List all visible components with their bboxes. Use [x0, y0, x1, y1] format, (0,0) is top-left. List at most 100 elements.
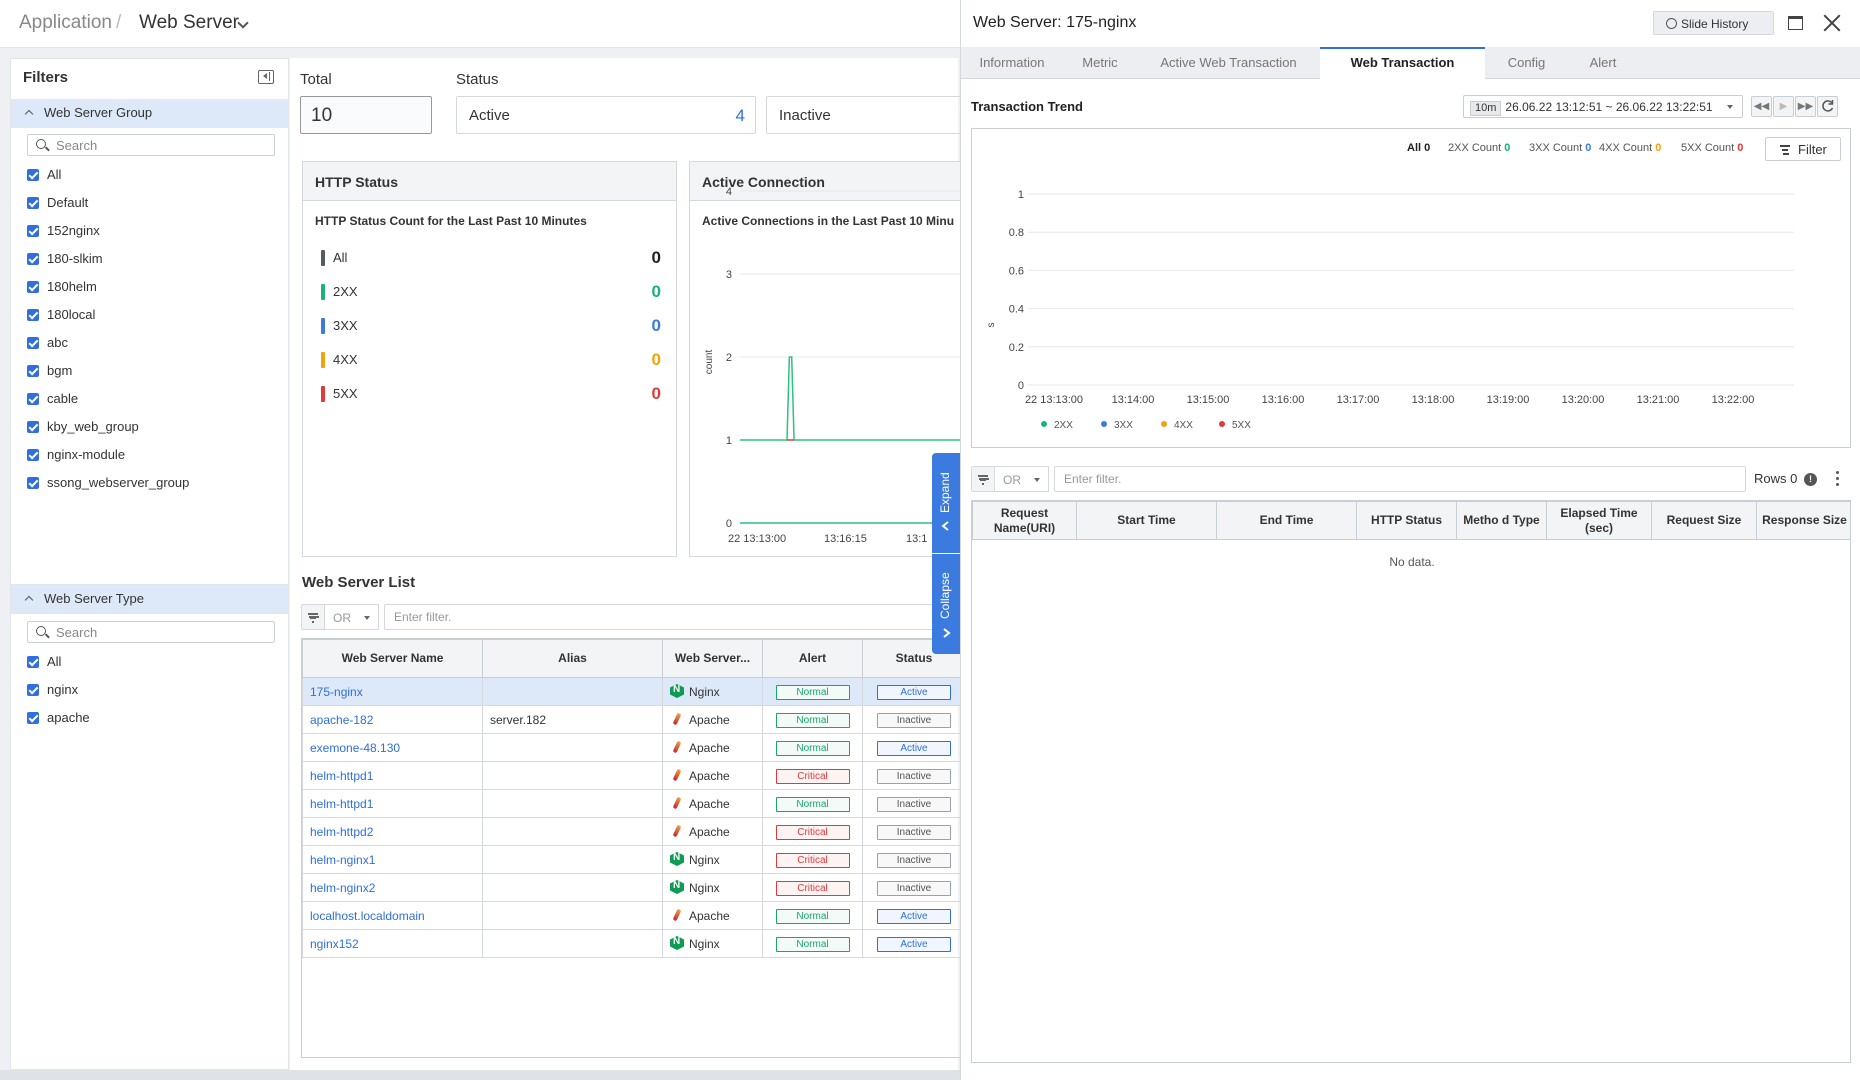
or-select[interactable]: OR: [325, 604, 379, 630]
transaction-filter-input[interactable]: [1055, 467, 1745, 491]
server-name-link[interactable]: helm-nginx1: [310, 853, 375, 867]
checkbox-checked-icon[interactable]: [27, 309, 39, 321]
panel-tab[interactable]: Alert: [1568, 47, 1638, 79]
table-row[interactable]: 175-nginx Nginx Normal Active: [302, 677, 960, 706]
refresh-button[interactable]: [1817, 96, 1838, 117]
server-name-link[interactable]: helm-httpd1: [310, 769, 373, 783]
server-name-cell[interactable]: nginx152: [302, 929, 483, 958]
checkbox-checked-icon[interactable]: [27, 337, 39, 349]
status-active-box[interactable]: Active 4: [456, 96, 756, 134]
column-header[interactable]: Alert: [762, 639, 863, 678]
info-icon[interactable]: !: [1804, 473, 1817, 486]
server-name-link[interactable]: exemone-48.130: [310, 741, 400, 755]
filter-checkbox-item[interactable]: abc: [27, 333, 68, 353]
filter-checkbox-item[interactable]: nginx: [27, 680, 78, 700]
checkbox-checked-icon[interactable]: [27, 281, 39, 293]
table-row[interactable]: helm-httpd1 Apache Critical Inactive: [302, 761, 960, 790]
table-row[interactable]: helm-nginx2 Nginx Critical Inactive: [302, 873, 960, 902]
table-row[interactable]: helm-httpd2 Apache Critical Inactive: [302, 817, 960, 846]
checkbox-checked-icon[interactable]: [27, 169, 39, 181]
filter-checkbox-item[interactable]: ssong_webserver_group: [27, 473, 189, 493]
checkbox-checked-icon[interactable]: [27, 477, 39, 489]
maximize-icon[interactable]: [1788, 16, 1803, 30]
server-name-cell[interactable]: helm-httpd1: [302, 789, 483, 818]
filter-checkbox-item[interactable]: 180local: [27, 305, 95, 325]
column-header[interactable]: Request Name(URI): [972, 501, 1077, 540]
legend-count-item[interactable]: 4XX Count 0: [1599, 142, 1661, 154]
panel-tab[interactable]: Information: [961, 47, 1063, 79]
status-inactive-box[interactable]: Inactive: [766, 96, 966, 134]
close-icon[interactable]: [1823, 14, 1841, 32]
filter-checkbox-item[interactable]: kby_web_group: [27, 417, 139, 437]
table-row[interactable]: helm-nginx1 Nginx Critical Inactive: [302, 845, 960, 874]
server-name-link[interactable]: helm-nginx2: [310, 881, 375, 895]
chevron-down-icon[interactable]: [237, 17, 249, 29]
server-name-link[interactable]: helm-httpd1: [310, 797, 373, 811]
filter-checkbox-item[interactable]: 180-slkim: [27, 249, 103, 269]
group-search-input[interactable]: [56, 137, 266, 153]
fast-forward-button[interactable]: ▶▶: [1795, 96, 1816, 117]
checkbox-checked-icon[interactable]: [27, 253, 39, 265]
more-options-icon[interactable]: [1836, 471, 1840, 487]
column-header[interactable]: End Time: [1216, 501, 1357, 540]
breadcrumb-parent[interactable]: Application: [19, 12, 112, 34]
panel-tab[interactable]: Active Web Transaction: [1137, 47, 1320, 79]
group-search[interactable]: [27, 134, 275, 156]
panel-tab[interactable]: Metric: [1063, 47, 1137, 79]
column-header[interactable]: Web Server Name: [302, 639, 483, 678]
slide-history-button[interactable]: Slide History: [1653, 11, 1774, 35]
filter-checkbox-item[interactable]: Default: [27, 193, 88, 213]
server-name-cell[interactable]: 175-nginx: [302, 677, 483, 706]
expand-tab[interactable]: Expand: [932, 453, 960, 553]
rewind-button[interactable]: ◀◀: [1751, 96, 1772, 117]
horizontal-scrollbar[interactable]: [0, 1070, 960, 1080]
column-header[interactable]: Elapsed Time (sec): [1546, 501, 1652, 540]
checkbox-checked-icon[interactable]: [27, 225, 39, 237]
table-row[interactable]: localhost.localdomain Apache Normal Active: [302, 901, 960, 930]
panel-tab[interactable]: Web Transaction: [1320, 47, 1485, 80]
server-name-link[interactable]: helm-httpd2: [310, 825, 373, 839]
checkbox-checked-icon[interactable]: [27, 393, 39, 405]
server-name-cell[interactable]: apache-182: [302, 705, 483, 734]
checkbox-checked-icon[interactable]: [27, 656, 39, 668]
list-filter-field[interactable]: [384, 604, 974, 630]
server-name-link[interactable]: 175-nginx: [310, 685, 363, 699]
filter-checkbox-item[interactable]: nginx-module: [27, 445, 125, 465]
checkbox-checked-icon[interactable]: [27, 197, 39, 209]
collapse-tab[interactable]: Collapse: [932, 554, 960, 654]
filter-checkbox-item[interactable]: 180helm: [27, 277, 97, 297]
server-name-cell[interactable]: localhost.localdomain: [302, 901, 483, 930]
legend-count-item[interactable]: 3XX Count 0: [1529, 142, 1591, 154]
server-name-link[interactable]: localhost.localdomain: [310, 909, 425, 923]
column-header[interactable]: Request Size: [1651, 501, 1757, 540]
chart-filter-button[interactable]: Filter: [1765, 137, 1841, 161]
legend-count-item[interactable]: 5XX Count 0: [1681, 142, 1743, 154]
checkbox-checked-icon[interactable]: [27, 712, 39, 724]
filter-checkbox-item[interactable]: All: [27, 165, 61, 185]
filter-icon[interactable]: [301, 604, 325, 630]
server-name-cell[interactable]: helm-httpd2: [302, 817, 483, 846]
group-section-header[interactable]: Web Server Group: [11, 99, 288, 128]
table-row[interactable]: apache-182 server.182 Apache Normal Inactive: [302, 705, 960, 734]
column-header[interactable]: Alias: [482, 639, 663, 678]
list-filter-input[interactable]: [385, 605, 973, 629]
column-header[interactable]: Metho d Type: [1456, 501, 1547, 540]
column-header[interactable]: Web Server...: [662, 639, 763, 678]
column-header[interactable]: Start Time: [1076, 501, 1217, 540]
time-range-select[interactable]: 10m 26.06.22 13:12:51 ~ 26.06.22 13:22:51: [1463, 95, 1743, 118]
checkbox-checked-icon[interactable]: [27, 421, 39, 433]
server-name-cell[interactable]: helm-httpd1: [302, 761, 483, 790]
table-row[interactable]: helm-httpd1 Apache Normal Inactive: [302, 789, 960, 818]
play-button[interactable]: ▶: [1773, 96, 1794, 117]
type-search-input[interactable]: [56, 624, 266, 640]
column-header[interactable]: Response Size: [1756, 501, 1850, 540]
filter-checkbox-item[interactable]: cable: [27, 389, 78, 409]
filter-icon[interactable]: [971, 466, 995, 492]
transaction-filter-field[interactable]: [1054, 466, 1746, 492]
collapse-panel-icon[interactable]: [258, 70, 274, 84]
total-count[interactable]: 10: [300, 96, 432, 134]
or-select[interactable]: OR: [995, 466, 1049, 492]
filter-checkbox-item[interactable]: 152nginx: [27, 221, 100, 241]
server-name-link[interactable]: apache-182: [310, 713, 373, 727]
legend-count-item[interactable]: 2XX Count 0: [1448, 142, 1510, 154]
